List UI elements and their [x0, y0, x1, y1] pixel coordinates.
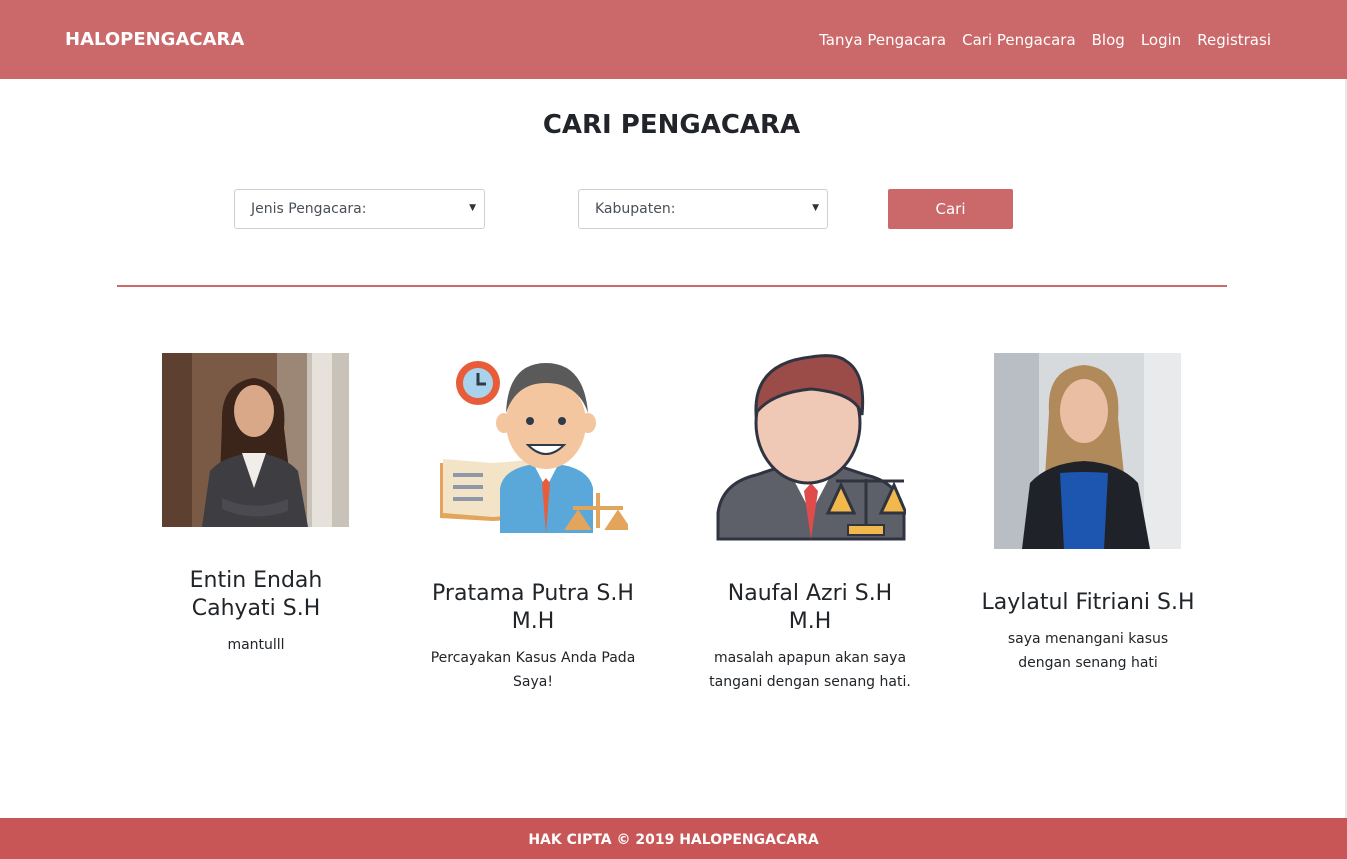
navbar: HALOPENGACARA Tanya Pengacara Cari Penga… — [0, 0, 1347, 79]
lawyer-photo-3[interactable] — [716, 353, 906, 541]
nav-cari-pengacara[interactable]: Cari Pengacara — [962, 31, 1076, 49]
footer: HAK CIPTA © 2019 HALOPENGACARA — [0, 818, 1347, 859]
brand-logo[interactable]: HALOPENGACARA — [65, 29, 244, 50]
lawyer-desc-line: Percayakan Kasus Anda Pada — [430, 650, 636, 666]
lawyer-name-line: Entin Endah — [189, 568, 323, 593]
lawyer-card-2[interactable]: Pratama Putra S.H M.H Percayakan Kasus A… — [418, 580, 648, 694]
jenis-pengacara-select[interactable]: Jenis Pengacara: ▼ — [234, 189, 485, 229]
kabupaten-label: Kabupaten: — [595, 201, 676, 217]
lawyer-desc-line: mantulll — [227, 637, 285, 653]
lawyer-description: saya menangani kasus dengan senang hati — [973, 627, 1203, 675]
lawyer-desc-line: saya menangani kasus — [1007, 631, 1169, 647]
kabupaten-select[interactable]: Kabupaten: ▼ — [578, 189, 828, 229]
lawyer-desc-line: masalah apapun akan saya — [713, 650, 907, 666]
lawyer-description: Percayakan Kasus Anda Pada Saya! — [418, 646, 648, 694]
nav-links: Tanya Pengacara Cari Pengacara Blog Logi… — [819, 31, 1271, 49]
lawyer-name: Pratama Putra S.H M.H — [418, 580, 648, 636]
page: HALOPENGACARA Tanya Pengacara Cari Penga… — [0, 0, 1347, 859]
lawyer-description: masalah apapun akan saya tangani dengan … — [695, 646, 925, 694]
lawyer-photo-4[interactable] — [994, 353, 1181, 549]
lawyer-photo-1[interactable] — [162, 353, 349, 527]
lawyer-desc-line: dengan senang hati — [1018, 655, 1158, 671]
lawyer-name-line: Naufal Azri S.H — [727, 581, 893, 606]
nav-tanya-pengacara[interactable]: Tanya Pengacara — [819, 31, 946, 49]
lawyer-desc-line: tangani dengan senang hati. — [709, 674, 911, 690]
dropdown-arrow-icon: ▼ — [812, 203, 819, 213]
lawyer-card-1[interactable]: Entin Endah Cahyati S.H mantulll — [141, 567, 371, 657]
lawyer-name-line: M.H — [788, 609, 832, 634]
dropdown-arrow-icon: ▼ — [469, 203, 476, 213]
jenis-pengacara-label: Jenis Pengacara: — [251, 201, 367, 217]
lawyer-description: mantulll — [141, 633, 371, 657]
lawyer-name: Naufal Azri S.H M.H — [695, 580, 925, 636]
nav-registrasi[interactable]: Registrasi — [1197, 31, 1271, 49]
lawyer-name-line: Laylatul Fitriani S.H — [981, 590, 1195, 615]
page-title: CARI PENGACARA — [542, 110, 801, 140]
lawyer-name-line: Cahyati S.H — [191, 596, 321, 621]
lawyer-name-line: M.H — [511, 609, 555, 634]
lawyer-desc-line: Saya! — [513, 674, 553, 690]
nav-blog[interactable]: Blog — [1092, 31, 1125, 49]
lawyer-photo-2[interactable] — [438, 353, 628, 537]
cari-button[interactable]: Cari — [888, 189, 1013, 229]
lawyer-name-line: Pratama Putra S.H — [432, 581, 634, 606]
divider — [117, 285, 1227, 287]
lawyer-card-4[interactable]: Laylatul Fitriani S.H saya menangani kas… — [973, 589, 1203, 675]
lawyer-card-3[interactable]: Naufal Azri S.H M.H masalah apapun akan … — [695, 580, 925, 694]
lawyer-name: Entin Endah Cahyati S.H — [141, 567, 371, 623]
lawyer-name: Laylatul Fitriani S.H — [973, 589, 1203, 617]
nav-login[interactable]: Login — [1141, 31, 1181, 49]
